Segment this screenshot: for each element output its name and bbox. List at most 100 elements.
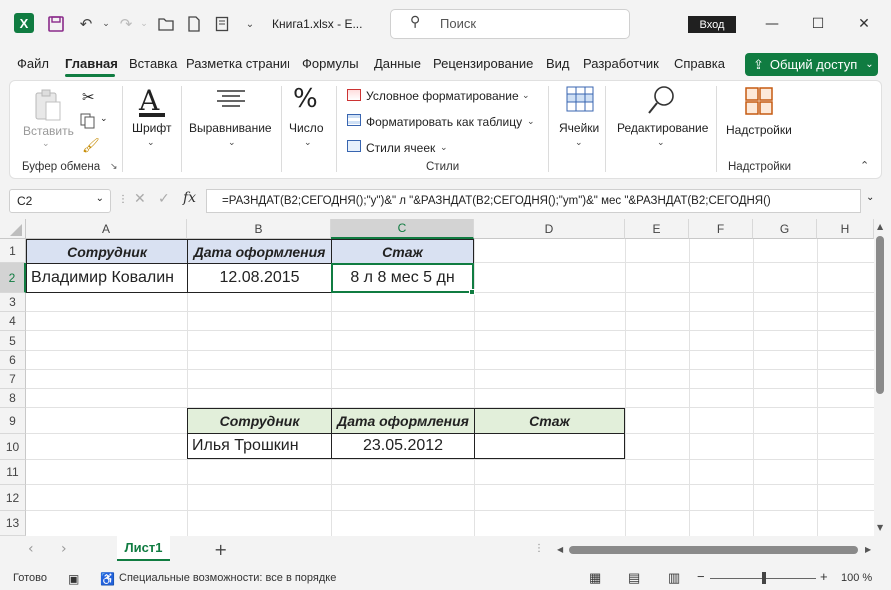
collapse-ribbon-icon[interactable]: ⌃ bbox=[860, 159, 869, 172]
add-sheet-icon[interactable]: + bbox=[214, 540, 227, 559]
insert-function-icon[interactable]: fx bbox=[183, 190, 196, 206]
cell-styles-chevron-icon[interactable]: ⌄ bbox=[440, 142, 448, 153]
row-header-3[interactable]: 3 bbox=[0, 293, 26, 312]
status-accessibility[interactable]: Специальные возможности: все в порядке bbox=[119, 572, 336, 584]
row-header-2[interactable]: 2 bbox=[0, 263, 26, 293]
row-header-6[interactable]: 6 bbox=[0, 351, 26, 370]
open-folder-icon[interactable] bbox=[156, 14, 176, 34]
table1-header-hire-date[interactable]: Дата оформления bbox=[187, 239, 332, 264]
cancel-entry-icon[interactable]: ✕ bbox=[134, 191, 146, 207]
row-header-5[interactable]: 5 bbox=[0, 331, 26, 351]
editing-chevron-icon[interactable]: ⌄ bbox=[657, 137, 665, 148]
sheet-tab-active[interactable]: Лист1 bbox=[117, 536, 170, 561]
horizontal-scroll-thumb[interactable] bbox=[569, 546, 858, 554]
table2-header-employee[interactable]: Сотрудник bbox=[187, 408, 332, 434]
name-box-chevron-icon[interactable]: ⌄ bbox=[96, 193, 104, 204]
number-format-icon[interactable]: % bbox=[293, 84, 318, 114]
tab-review[interactable]: Рецензирование bbox=[433, 56, 533, 71]
font-label[interactable]: Шрифт bbox=[132, 121, 171, 135]
row-header-9[interactable]: 9 bbox=[0, 408, 26, 434]
table2-header-hire-date[interactable]: Дата оформления bbox=[331, 408, 475, 434]
page-layout-view-icon[interactable]: ▤ bbox=[628, 570, 640, 586]
alignment-icon[interactable] bbox=[217, 89, 245, 112]
login-button[interactable]: Вход bbox=[688, 16, 736, 33]
share-button[interactable]: ⇪ Общий доступ ⌄ bbox=[745, 53, 878, 76]
conditional-format-button[interactable]: Условное форматирование bbox=[366, 89, 519, 103]
undo-icon[interactable]: ↶ bbox=[76, 14, 96, 34]
scroll-right-icon[interactable]: ▶ bbox=[865, 545, 871, 554]
close-icon[interactable]: ✕ bbox=[852, 12, 876, 36]
clipboard-launcher-icon[interactable]: ↘ bbox=[110, 162, 118, 172]
accessibility-icon[interactable]: ♿ bbox=[100, 572, 115, 586]
tab-data[interactable]: Данные bbox=[374, 56, 421, 71]
save-icon[interactable] bbox=[46, 14, 66, 34]
row-header-1[interactable]: 1 bbox=[0, 239, 26, 263]
macro-record-icon[interactable]: ▣ bbox=[68, 572, 79, 586]
number-label[interactable]: Число bbox=[289, 121, 324, 135]
zoom-slider-thumb[interactable] bbox=[762, 572, 766, 584]
tab-home[interactable]: Главная bbox=[65, 56, 118, 71]
column-header-b[interactable]: B bbox=[187, 219, 331, 239]
row-header-4[interactable]: 4 bbox=[0, 312, 26, 331]
editing-search-icon[interactable] bbox=[646, 84, 678, 119]
page-break-view-icon[interactable]: ▥ bbox=[668, 570, 680, 586]
paste-chevron-icon[interactable]: ⌄ bbox=[42, 138, 50, 149]
column-header-f[interactable]: F bbox=[689, 219, 753, 239]
conditional-format-chevron-icon[interactable]: ⌄ bbox=[522, 90, 530, 101]
format-as-table-button[interactable]: Форматировать как таблицу bbox=[366, 115, 522, 129]
formula-input[interactable]: =РАЗНДАТ(B2;СЕГОДНЯ();"y")&" л "&РАЗНДАТ… bbox=[206, 189, 861, 213]
zoom-level[interactable]: 100 % bbox=[841, 572, 872, 584]
tab-insert[interactable]: Вставка bbox=[129, 56, 177, 71]
column-header-c[interactable]: C bbox=[331, 219, 474, 239]
addins-icon[interactable] bbox=[745, 87, 773, 118]
scroll-down-icon[interactable]: ▼ bbox=[877, 523, 883, 532]
table2-cell-employee[interactable]: Илья Трошкин bbox=[187, 433, 332, 459]
column-header-g[interactable]: G bbox=[753, 219, 817, 239]
table1-cell-hire-date[interactable]: 12.08.2015 bbox=[187, 263, 332, 293]
expand-formula-icon[interactable]: ⌄ bbox=[866, 192, 874, 203]
table1-cell-tenure-selected[interactable]: 8 л 8 мес 5 дн bbox=[331, 263, 474, 293]
alignment-label[interactable]: Выравнивание bbox=[189, 121, 272, 135]
column-header-d[interactable]: D bbox=[474, 219, 625, 239]
font-chevron-icon[interactable]: ⌄ bbox=[147, 137, 155, 148]
minimize-icon[interactable]: — bbox=[760, 12, 784, 36]
tab-split-icon[interactable]: ⋮ bbox=[534, 543, 544, 554]
tab-help[interactable]: Справка bbox=[674, 56, 725, 71]
tab-view[interactable]: Вид bbox=[546, 56, 570, 71]
redo-icon[interactable]: ↷ bbox=[116, 14, 136, 34]
zoom-in-icon[interactable]: + bbox=[820, 569, 828, 584]
customize-toolbar-icon[interactable]: ⌄ bbox=[240, 14, 260, 34]
copy-chevron-icon[interactable]: ⌄ bbox=[100, 114, 108, 124]
paste-label[interactable]: Вставить bbox=[23, 124, 74, 138]
row-header-10[interactable]: 10 bbox=[0, 434, 26, 460]
sheet-next-icon[interactable]: › bbox=[61, 541, 67, 557]
table2-header-tenure[interactable]: Стаж bbox=[474, 408, 625, 434]
name-box[interactable]: C2 ⌄ bbox=[9, 189, 111, 213]
row-header-12[interactable]: 12 bbox=[0, 485, 26, 511]
cells-label[interactable]: Ячейки bbox=[559, 121, 599, 135]
normal-view-icon[interactable]: ▦ bbox=[589, 570, 601, 586]
column-header-e[interactable]: E bbox=[625, 219, 689, 239]
redo-dropdown-icon[interactable]: ⌄ bbox=[134, 14, 154, 34]
table2-cell-tenure[interactable] bbox=[474, 433, 625, 459]
select-all-button[interactable] bbox=[0, 219, 26, 239]
copy-icon[interactable] bbox=[80, 113, 98, 132]
cells-chevron-icon[interactable]: ⌄ bbox=[575, 137, 583, 148]
alignment-chevron-icon[interactable]: ⌄ bbox=[228, 137, 236, 148]
fill-handle[interactable] bbox=[469, 289, 475, 295]
confirm-entry-icon[interactable]: ✓ bbox=[158, 191, 170, 207]
tab-formulas[interactable]: Формулы bbox=[302, 56, 359, 71]
cell-styles-button[interactable]: Стили ячеек bbox=[366, 141, 435, 155]
row-header-11[interactable]: 11 bbox=[0, 460, 26, 485]
format-table-chevron-icon[interactable]: ⌄ bbox=[527, 116, 535, 127]
undo-dropdown-icon[interactable]: ⌄ bbox=[96, 14, 116, 34]
maximize-icon[interactable]: ☐ bbox=[806, 12, 830, 36]
vertical-scroll-thumb[interactable] bbox=[876, 236, 884, 394]
column-header-h[interactable]: H bbox=[817, 219, 874, 239]
table1-cell-employee[interactable]: Владимир Ковалин bbox=[26, 263, 188, 293]
cells-icon[interactable] bbox=[566, 86, 594, 115]
scroll-left-icon[interactable]: ◀ bbox=[557, 545, 563, 554]
cut-icon[interactable]: ✂ bbox=[82, 88, 95, 106]
addins-label[interactable]: Надстройки bbox=[726, 123, 792, 137]
tab-developer[interactable]: Разработчик bbox=[583, 56, 659, 71]
